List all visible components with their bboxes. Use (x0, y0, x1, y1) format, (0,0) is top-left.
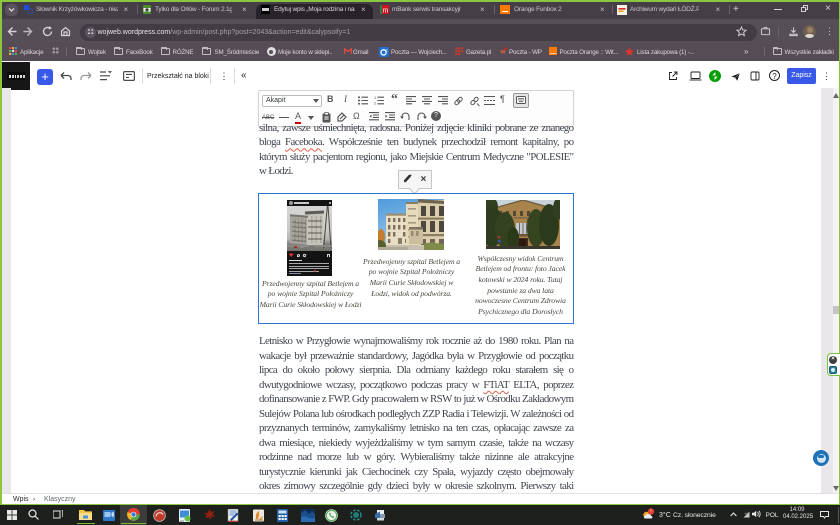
svg-text:1: 1 (374, 96, 377, 100)
svg-text:2: 2 (374, 101, 377, 105)
svg-text:m: m (382, 8, 388, 14)
svg-text:!: ! (650, 509, 651, 515)
